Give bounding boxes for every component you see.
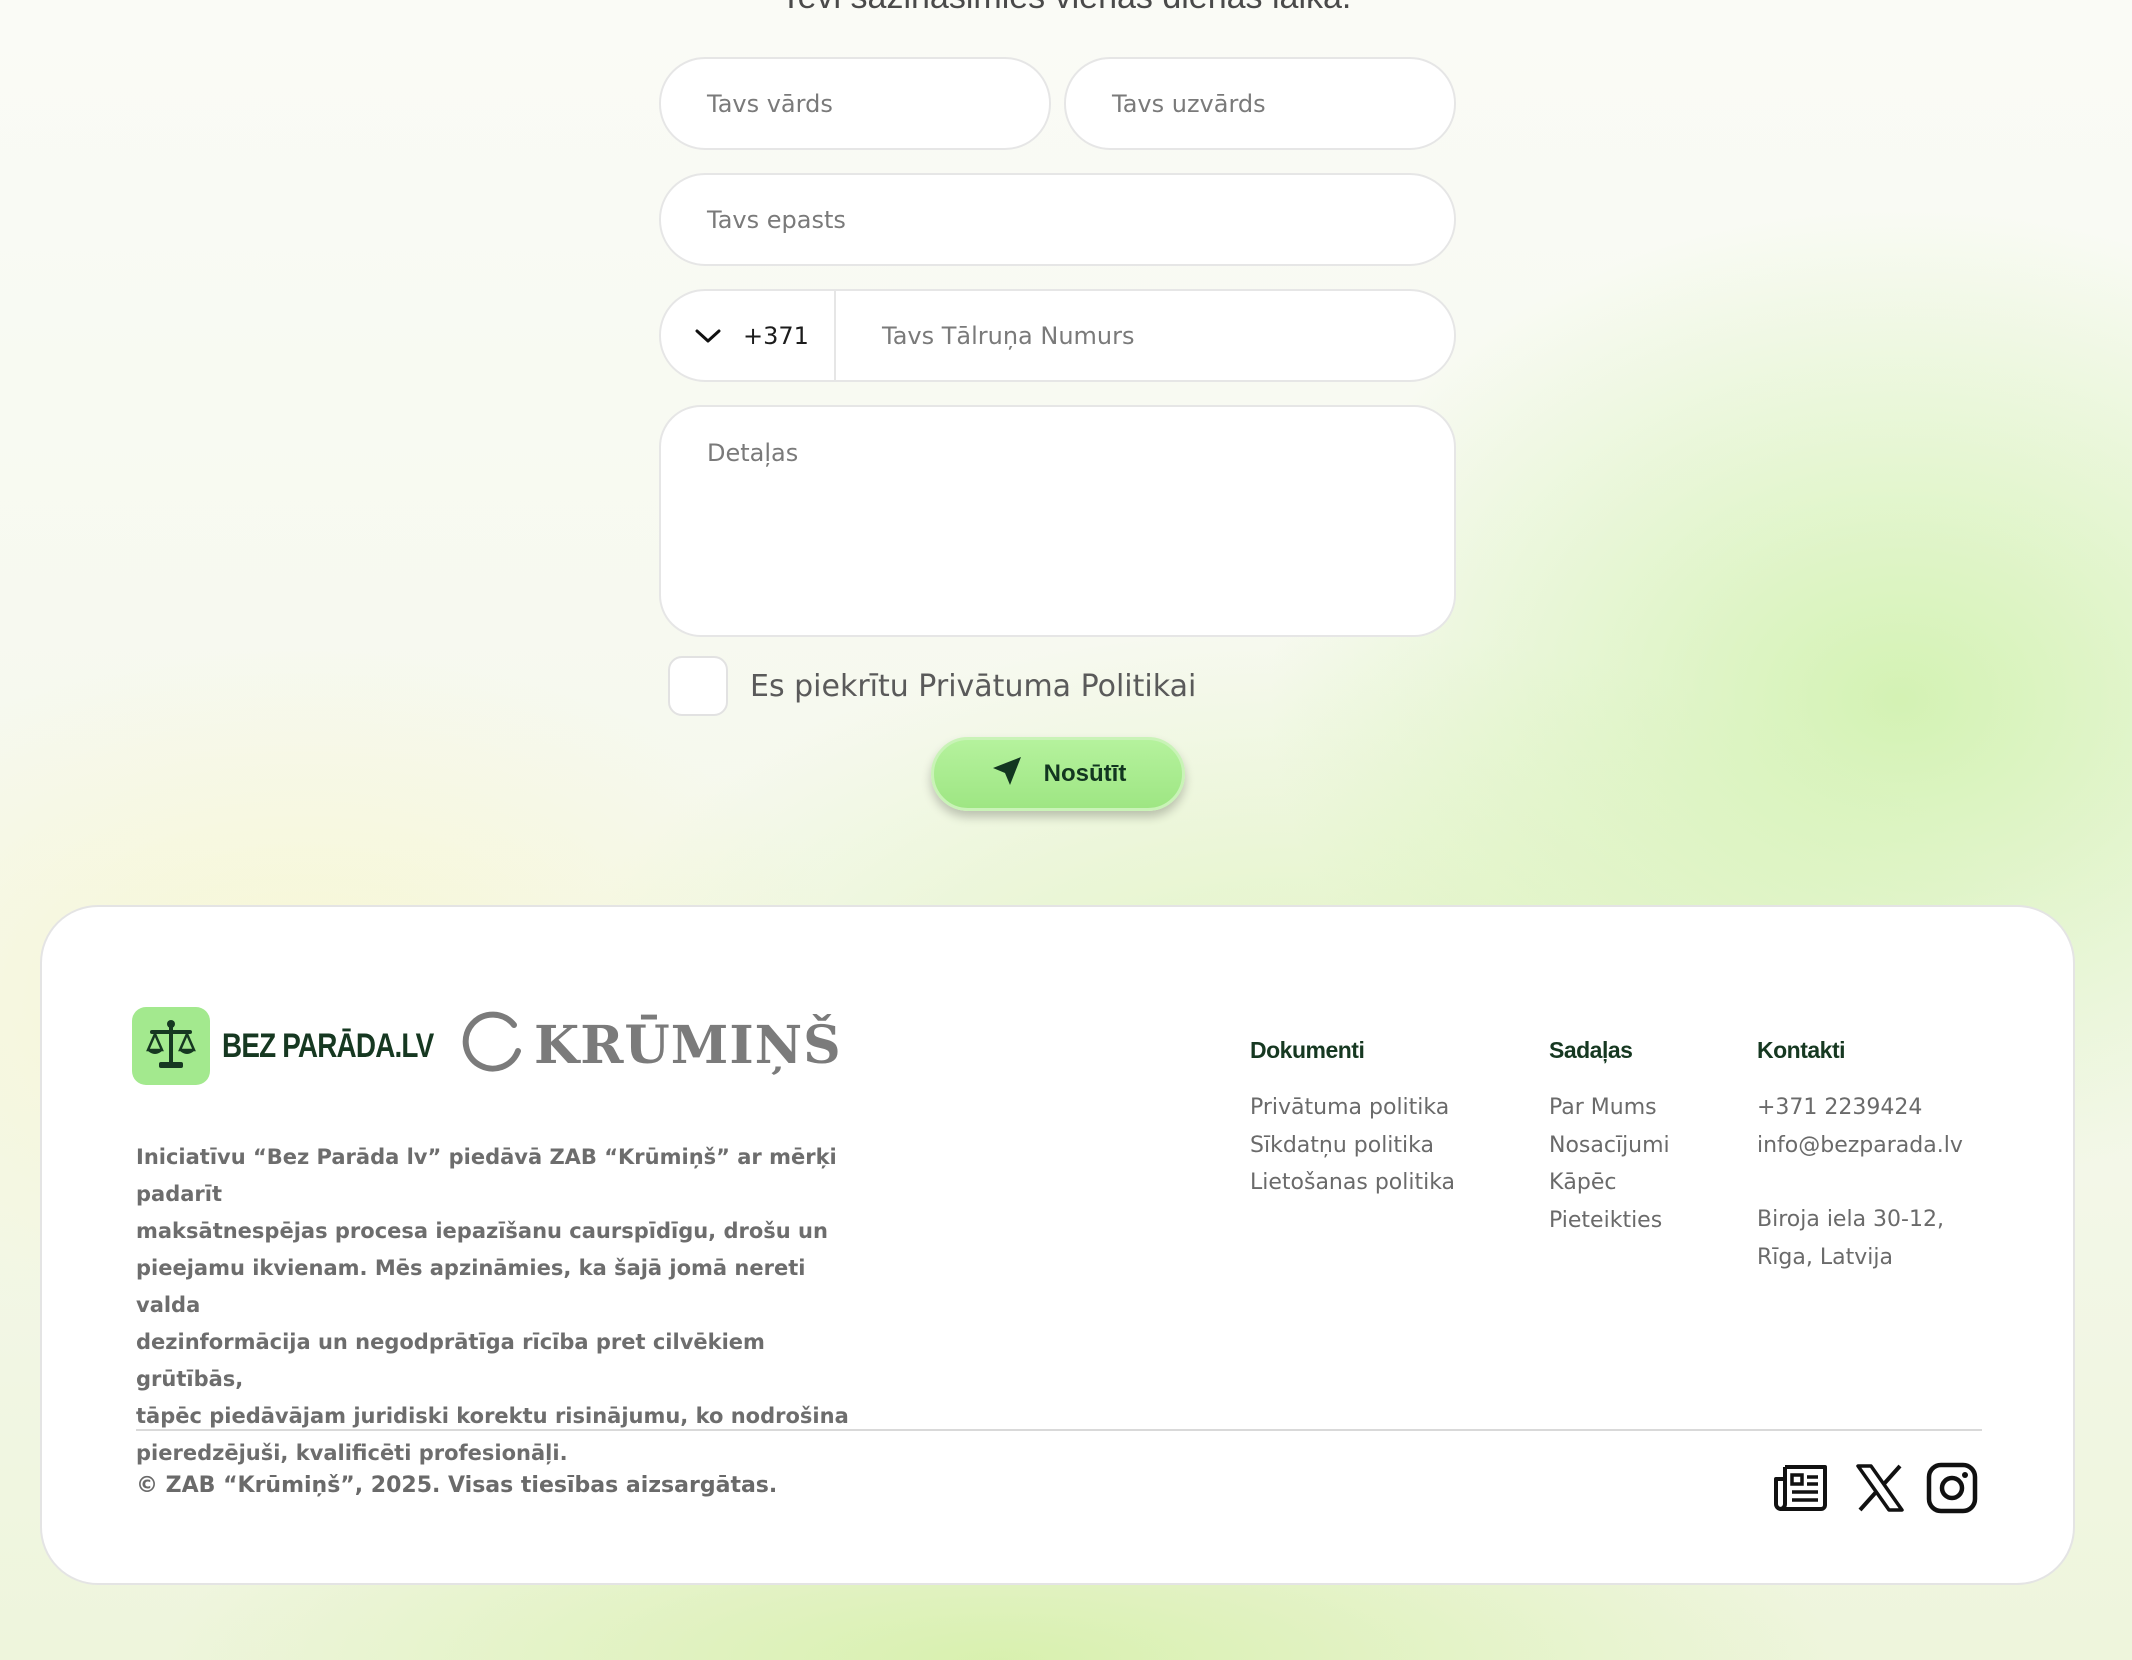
column-title: Dokumenti [1250,1037,1365,1063]
news-icon[interactable] [1772,1461,1830,1515]
footer-divider [136,1429,1982,1431]
footer-column-kontakti: Kontakti +371 2239424 info@bezparada.lv … [1757,1037,1963,1276]
bezparada-logo-text: BEZ PARĀDA.LV [222,1026,434,1065]
submit-label: Nosūtīt [1043,760,1127,787]
scales-icon [132,1007,210,1085]
contact-email[interactable]: info@bezparada.lv [1757,1127,1963,1165]
link-cookie-policy[interactable]: Sīkdatņu politika [1250,1127,1455,1165]
instagram-icon[interactable] [1923,1461,1981,1515]
page: Tevi sazināsimies vienas dienas laikā. T… [0,0,2132,1660]
bezparada-logo[interactable]: BEZ PARĀDA.LV [132,1007,480,1085]
last-name-input[interactable]: Tavs uzvārds [1064,57,1456,150]
x-icon[interactable] [1851,1461,1909,1515]
consent-row: Es piekrītu Privātuma Politikai [668,656,1196,716]
first-name-input[interactable]: Tavs vārds [659,57,1051,150]
consent-checkbox[interactable] [668,656,728,716]
krumins-logo[interactable]: KRŪMIŅŠ [460,1011,842,1080]
country-code-value: +371 [743,321,809,350]
about-line: pieejamu ikvienam. Mēs apzināmies, ka ša… [136,1256,806,1317]
email-input[interactable]: Tavs epasts [659,173,1456,266]
country-code-select[interactable]: +371 [661,291,836,380]
footer-column-dokumenti: Dokumenti Privātuma politika Sīkdatņu po… [1250,1037,1455,1202]
krumins-ring-icon [460,1011,524,1080]
link-privacy-policy[interactable]: Privātuma politika [1250,1089,1455,1127]
contact-phone[interactable]: +371 2239424 [1757,1089,1963,1127]
link-about-us[interactable]: Par Mums [1549,1089,1670,1127]
footer-column-sadalas: Sadaļas Par Mums Nosacījumi Kāpēc Pietei… [1549,1037,1670,1239]
about-line: dezinformācija un negodprātīga rīcība pr… [136,1330,765,1391]
link-why[interactable]: Kāpēc [1549,1164,1670,1202]
chevron-down-icon [695,322,721,350]
about-line: pieredzējuši, kvalificēti profesionāļi. [136,1441,568,1465]
about-line: Iniciatīvu “Bez Parāda lv” piedāvā ZAB “… [136,1145,837,1206]
about-line: maksātnespējas procesa iepazīšanu caursp… [136,1219,828,1243]
phone-input[interactable]: Tavs Tālruņa Numurs [836,291,1454,380]
link-apply[interactable]: Pieteikties [1549,1202,1670,1240]
submit-button[interactable]: Nosūtīt [931,737,1185,811]
form-heading: Tevi sazināsimies vienas dienas laikā. [0,0,2132,17]
consent-label[interactable]: Es piekrītu Privātuma Politikai [750,669,1196,704]
details-textarea[interactable]: Detaļas [659,405,1456,637]
link-terms-of-use[interactable]: Lietošanas politika [1250,1164,1455,1202]
send-icon [990,754,1024,795]
footer: BEZ PARĀDA.LV KRŪMIŅŠ Iniciatīvu “Bez Pa… [40,905,2075,1585]
contact-address-line2: Rīga, Latvija [1757,1244,1893,1270]
about-text: Iniciatīvu “Bez Parāda lv” piedāvā ZAB “… [136,1139,856,1472]
column-title: Kontakti [1757,1037,1845,1063]
contact-address-line1: Biroja iela 30-12, [1757,1207,1944,1232]
phone-field: +371 Tavs Tālruņa Numurs [659,289,1456,382]
copyright-text: © ZAB “Krūmiņš”, 2025. Visas tiesības ai… [136,1473,778,1498]
column-title: Sadaļas [1549,1037,1633,1063]
link-conditions[interactable]: Nosacījumi [1549,1127,1670,1165]
krumins-logo-text: KRŪMIŅŠ [534,1015,842,1076]
